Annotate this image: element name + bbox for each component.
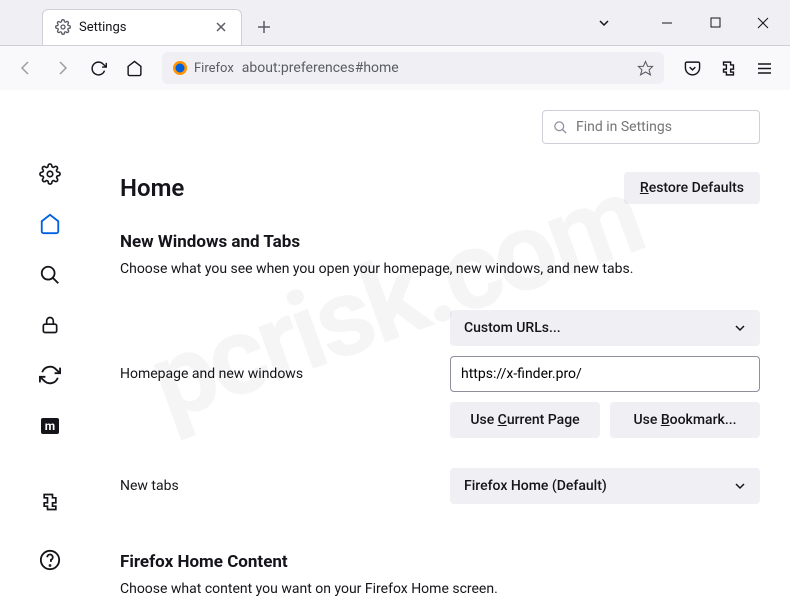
menu-button[interactable]	[748, 52, 780, 84]
section-home-content-title: Firefox Home Content	[120, 552, 760, 572]
pocket-button[interactable]	[676, 52, 708, 84]
settings-search[interactable]	[542, 110, 760, 144]
bookmark-star-button[interactable]	[637, 60, 654, 77]
use-current-page-button[interactable]: Use Current Page	[450, 402, 600, 438]
browser-tab[interactable]: Settings	[42, 9, 242, 45]
restore-defaults-button[interactable]: Restore Defaults	[624, 172, 760, 204]
identity-box[interactable]: Firefox	[172, 60, 234, 76]
home-button[interactable]	[118, 52, 150, 84]
sidebar: m	[0, 90, 100, 598]
homepage-select[interactable]: Custom URLs...	[450, 310, 760, 346]
sidebar-search[interactable]	[32, 261, 68, 289]
section-windows-tabs-desc: Choose what you see when you open your h…	[120, 260, 760, 280]
new-tab-button[interactable]	[250, 13, 278, 41]
homepage-url-input[interactable]	[450, 356, 760, 392]
forward-button[interactable]	[46, 52, 78, 84]
url-text: about:preferences#home	[242, 60, 629, 76]
firefox-icon	[172, 60, 188, 76]
section-windows-tabs-title: New Windows and Tabs	[120, 232, 760, 252]
sidebar-general[interactable]	[32, 160, 68, 188]
maximize-button[interactable]	[692, 3, 738, 43]
search-icon	[553, 120, 568, 135]
toolbar: Firefox about:preferences#home	[0, 46, 790, 90]
page-title: Home	[120, 174, 184, 202]
main-content: Home Restore Defaults New Windows and Ta…	[100, 90, 790, 598]
minimize-button[interactable]	[644, 3, 690, 43]
sidebar-extensions[interactable]	[32, 484, 68, 520]
close-tab-button[interactable]	[213, 19, 229, 35]
use-bookmark-button[interactable]: Use Bookmark...	[610, 402, 760, 438]
homepage-label: Homepage and new windows	[120, 366, 450, 382]
section-home-content-desc: Choose what content you want on your Fir…	[120, 580, 760, 598]
identity-label: Firefox	[194, 61, 234, 76]
newtabs-label: New tabs	[120, 478, 450, 494]
sidebar-help[interactable]	[32, 542, 68, 578]
back-button[interactable]	[10, 52, 42, 84]
close-window-button[interactable]	[740, 3, 786, 43]
titlebar: Settings	[0, 0, 790, 46]
svg-text:m: m	[45, 419, 55, 433]
sidebar-home[interactable]	[32, 210, 68, 238]
chevron-down-icon	[734, 322, 746, 334]
homepage-select-value: Custom URLs...	[464, 320, 561, 336]
chevron-down-icon	[734, 480, 746, 492]
tab-title: Settings	[79, 20, 205, 35]
sidebar-sync[interactable]	[32, 361, 68, 389]
sidebar-more[interactable]: m	[32, 412, 68, 440]
reload-button[interactable]	[82, 52, 114, 84]
newtabs-select-value: Firefox Home (Default)	[464, 478, 607, 494]
sidebar-privacy[interactable]	[32, 311, 68, 339]
extensions-button[interactable]	[712, 52, 744, 84]
url-bar[interactable]: Firefox about:preferences#home	[162, 52, 664, 84]
tab-dropdown-button[interactable]	[584, 16, 624, 30]
settings-search-input[interactable]	[576, 119, 754, 135]
gear-icon	[55, 19, 71, 35]
newtabs-select[interactable]: Firefox Home (Default)	[450, 468, 760, 504]
